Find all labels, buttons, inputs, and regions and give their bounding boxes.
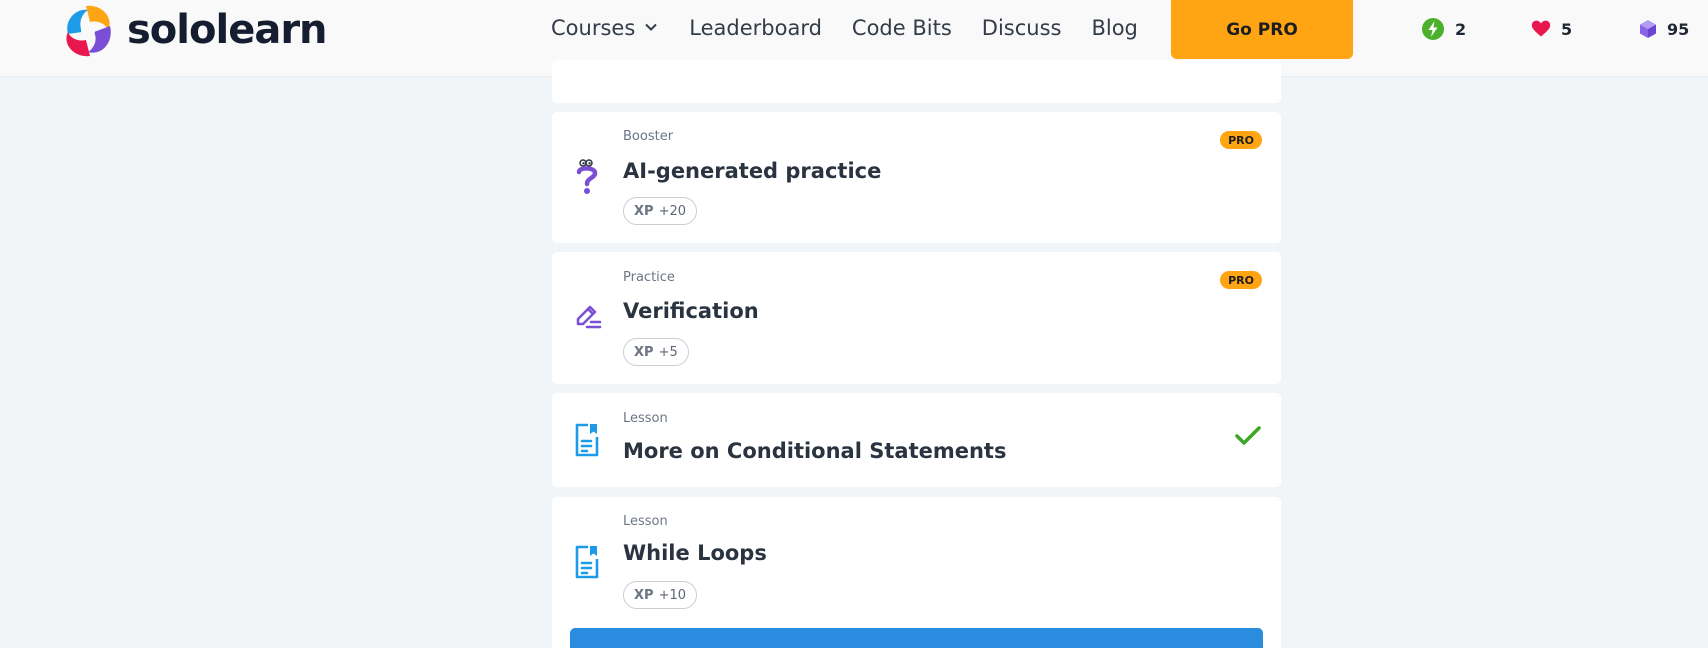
xp-reward-pill: XP +10 (623, 581, 697, 609)
pro-badge: PRO (1220, 271, 1262, 289)
nav-courses[interactable]: Courses (551, 16, 659, 40)
go-pro-button[interactable]: Go PRO (1171, 0, 1353, 59)
lesson-card-partial[interactable] (552, 60, 1281, 103)
lesson-document-icon (574, 423, 600, 461)
item-title: Verification (623, 299, 759, 323)
question-mark-icon (574, 159, 600, 199)
xp-value: +10 (658, 587, 686, 603)
lesson-card[interactable]: Lesson More on Conditional Statements (552, 393, 1281, 487)
bits-cube-icon (1640, 20, 1656, 38)
xp-reward-pill: XP +20 (623, 197, 697, 225)
item-type: Booster (623, 129, 674, 144)
nav-courses-label: Courses (551, 16, 636, 40)
lesson-card[interactable]: Lesson While Loops XP +10 (552, 497, 1281, 648)
item-type: Practice (623, 270, 675, 285)
nav-discuss[interactable]: Discuss (982, 16, 1062, 40)
nav-blog[interactable]: Blog (1091, 16, 1137, 40)
lesson-card[interactable]: Practice Verification XP +5 PRO (552, 252, 1281, 384)
pencil-edit-icon (574, 302, 602, 334)
streak-counter[interactable]: 2 (1421, 17, 1466, 41)
item-type: Lesson (623, 514, 668, 529)
xp-label: XP (634, 203, 654, 219)
streak-lightning-icon (1422, 18, 1444, 40)
item-title: More on Conditional Statements (623, 439, 1007, 463)
lesson-card[interactable]: Booster AI-generated practice XP +20 PRO (552, 112, 1281, 243)
chevron-down-icon (643, 16, 659, 40)
main-nav: Courses Leaderboard Code Bits Discuss Bl… (551, 8, 1168, 48)
lesson-document-icon (574, 545, 600, 583)
item-title: AI-generated practice (623, 159, 882, 183)
brand-name: sololearn (127, 7, 328, 53)
item-title: While Loops (623, 541, 767, 565)
xp-value: +20 (658, 203, 686, 219)
bits-counter[interactable]: 95 (1639, 17, 1689, 41)
item-type: Lesson (623, 411, 668, 426)
hearts-counter[interactable]: 5 (1531, 17, 1572, 41)
xp-label: XP (634, 344, 654, 360)
nav-leaderboard[interactable]: Leaderboard (689, 16, 822, 40)
xp-reward-pill: XP +5 (623, 338, 689, 366)
bits-count: 95 (1667, 19, 1690, 39)
heart-icon (1531, 20, 1551, 37)
completed-check-icon (1235, 426, 1261, 450)
xp-value: +5 (658, 344, 678, 360)
pro-badge: PRO (1220, 131, 1262, 149)
streak-count: 2 (1455, 19, 1467, 39)
xp-label: XP (634, 587, 654, 603)
hearts-count: 5 (1561, 19, 1573, 39)
start-lesson-button[interactable] (570, 628, 1263, 648)
sololearn-logo-icon (66, 5, 111, 57)
nav-code-bits[interactable]: Code Bits (852, 16, 952, 40)
sololearn-logo[interactable]: sololearn (60, 2, 328, 58)
